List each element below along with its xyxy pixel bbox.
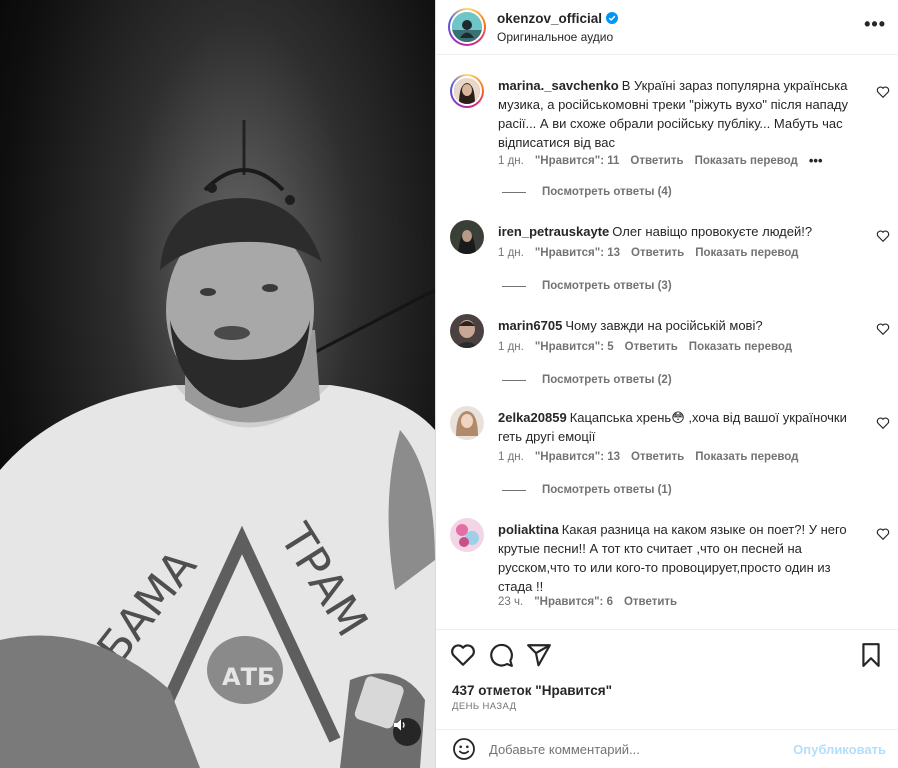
view-replies-label: Посмотреть ответы (1) bbox=[542, 484, 672, 496]
audio-label[interactable]: Оригинальное аудио bbox=[497, 30, 618, 44]
comment-content: Чому завжди на російській мові? bbox=[565, 318, 763, 333]
commenter-avatar[interactable] bbox=[450, 406, 484, 440]
comment-username[interactable]: marina._savchenko bbox=[498, 78, 619, 93]
comment-meta: 1 дн. "Нравится": 13 Ответить Показать п… bbox=[498, 247, 798, 259]
comment-meta: 1 дн. "Нравится": 13 Ответить Показать п… bbox=[498, 451, 798, 463]
emoji-icon[interactable] bbox=[452, 737, 476, 761]
likes-count[interactable]: 437 отметок "Нравится" bbox=[452, 683, 612, 698]
comment-content: Олег навіщо провокуєте людей!? bbox=[612, 224, 813, 239]
translate-button[interactable]: Показать перевод bbox=[695, 247, 798, 259]
comment-time[interactable]: 23 ч. bbox=[498, 596, 523, 608]
verified-badge-icon bbox=[606, 12, 619, 24]
comment-time[interactable]: 1 дн. bbox=[498, 341, 524, 353]
save-bookmark-icon[interactable] bbox=[858, 642, 884, 668]
video-frame: БАМА ТРАМ АТБ bbox=[0, 120, 435, 768]
commenter-avatar[interactable] bbox=[450, 74, 484, 108]
view-replies-button[interactable]: Посмотреть ответы (1) bbox=[502, 484, 672, 496]
comments-list: marina._savchenko В Україні зараз популяр… bbox=[436, 56, 898, 629]
share-paper-plane-icon[interactable] bbox=[526, 642, 552, 668]
view-replies-button[interactable]: Посмотреть ответы (3) bbox=[502, 280, 672, 292]
commenter-avatar[interactable] bbox=[450, 220, 484, 254]
author-username[interactable]: okenzov_official bbox=[497, 11, 602, 26]
view-replies-button[interactable]: Посмотреть ответы (2) bbox=[502, 374, 672, 386]
comment-time[interactable]: 1 дн. bbox=[498, 155, 524, 167]
translate-button[interactable]: Показать перевод bbox=[689, 341, 792, 353]
comment-likes[interactable]: "Нравится": 5 bbox=[535, 341, 614, 353]
like-comment-heart-icon[interactable] bbox=[876, 527, 890, 541]
view-replies-label: Посмотреть ответы (4) bbox=[542, 186, 672, 198]
publish-button[interactable]: Опубликовать bbox=[793, 742, 886, 757]
comment-meta: 23 ч. "Нравится": 6 Ответить bbox=[498, 596, 677, 608]
comment-meta: 1 дн. "Нравится": 5 Ответить Показать пе… bbox=[498, 341, 792, 353]
add-comment-bar: Опубликовать bbox=[436, 729, 898, 768]
speaker-icon bbox=[394, 719, 405, 731]
comment-text: 2elka20859 Кацапська хрень😳 ,хоча від ваш… bbox=[498, 408, 868, 446]
view-replies-label: Посмотреть ответы (3) bbox=[542, 280, 672, 292]
reply-button[interactable]: Ответить bbox=[631, 451, 684, 463]
like-heart-icon[interactable] bbox=[450, 642, 476, 668]
comment-text: poliaktina Какая разница на каком языке о… bbox=[498, 520, 868, 596]
shirt-logo: АТБ bbox=[222, 663, 275, 691]
comment-options-button[interactable]: ••• bbox=[809, 153, 823, 168]
comment-time[interactable]: 1 дн. bbox=[498, 247, 524, 259]
reply-button[interactable]: Ответить bbox=[625, 341, 678, 353]
comment-username[interactable]: 2elka20859 bbox=[498, 410, 567, 425]
reply-button[interactable]: Ответить bbox=[631, 247, 684, 259]
post-header: okenzov_official Оригинальное аудио ••• bbox=[436, 0, 898, 55]
more-options-button[interactable]: ••• bbox=[864, 14, 886, 35]
translate-button[interactable]: Показать перевод bbox=[695, 155, 798, 167]
comment-bubble-icon[interactable] bbox=[488, 642, 514, 668]
comment-time[interactable]: 1 дн. bbox=[498, 451, 524, 463]
comment-username[interactable]: poliaktina bbox=[498, 522, 559, 537]
comment-meta: 1 дн. "Нравится": 11 Ответить Показать п… bbox=[498, 153, 823, 168]
post-actions: 437 отметок "Нравится" ДЕНЬ НАЗАД bbox=[436, 629, 898, 729]
author-avatar[interactable] bbox=[448, 8, 486, 46]
comment-username[interactable]: iren_petrauskayte bbox=[498, 224, 609, 239]
view-replies-button[interactable]: Посмотреть ответы (4) bbox=[502, 186, 672, 198]
view-replies-label: Посмотреть ответы (2) bbox=[542, 374, 672, 386]
video-player[interactable]: БАМА ТРАМ АТБ bbox=[0, 0, 435, 768]
commenter-avatar[interactable] bbox=[450, 518, 484, 552]
like-comment-heart-icon[interactable] bbox=[876, 229, 890, 243]
comment-likes[interactable]: "Нравится": 13 bbox=[535, 247, 620, 259]
comment-input[interactable] bbox=[489, 741, 794, 757]
comment-likes[interactable]: "Нравится": 6 bbox=[534, 596, 613, 608]
comment-likes[interactable]: "Нравится": 11 bbox=[535, 155, 620, 167]
like-comment-heart-icon[interactable] bbox=[876, 322, 890, 336]
comment-username[interactable]: marin6705 bbox=[498, 318, 562, 333]
comment-likes[interactable]: "Нравится": 13 bbox=[535, 451, 620, 463]
reply-button[interactable]: Ответить bbox=[624, 596, 677, 608]
translate-button[interactable]: Показать перевод bbox=[695, 451, 798, 463]
comment-text: marin6705 Чому завжди на російській мові? bbox=[498, 316, 868, 335]
reply-button[interactable]: Ответить bbox=[630, 155, 683, 167]
comment-text: iren_petrauskayte Олег навіщо провокуєте … bbox=[498, 222, 868, 241]
mute-button[interactable] bbox=[393, 718, 421, 746]
comment-text: marina._savchenko В Україні зараз популяр… bbox=[498, 76, 868, 152]
post-panel: okenzov_official Оригинальное аудио ••• … bbox=[435, 0, 898, 768]
like-comment-heart-icon[interactable] bbox=[876, 416, 890, 430]
like-comment-heart-icon[interactable] bbox=[876, 85, 890, 99]
post-date[interactable]: ДЕНЬ НАЗАД bbox=[452, 701, 516, 712]
commenter-avatar[interactable] bbox=[450, 314, 484, 348]
